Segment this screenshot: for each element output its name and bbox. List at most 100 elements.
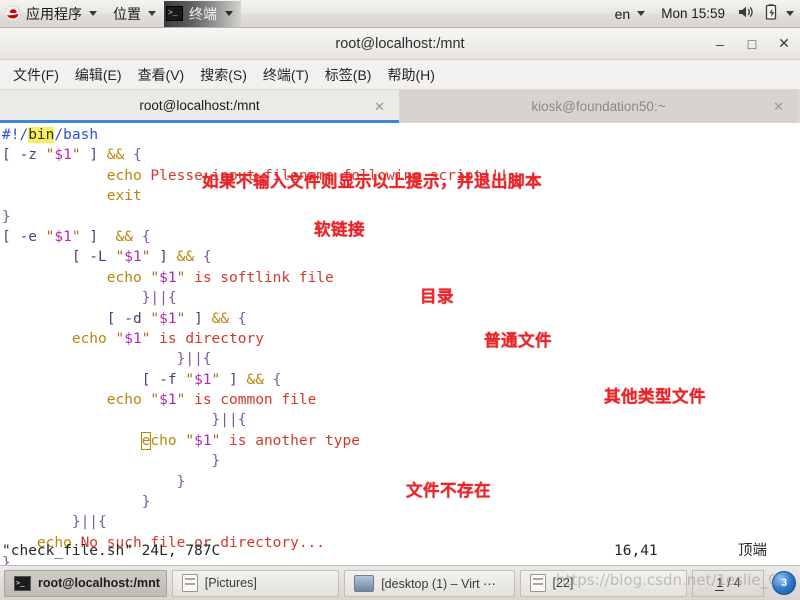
taskbar-item-terminal[interactable]: >_ root@localhost:/mnt <box>4 569 167 597</box>
code-line-9: }||{ <box>141 290 177 307</box>
status-scroll-state: 顶端 <box>738 543 767 559</box>
code-line-12: }||{ <box>176 351 212 368</box>
tab-label: root@localhost:/mnt <box>139 97 260 113</box>
menu-tabs[interactable]: 标签(B) <box>318 62 379 88</box>
chevron-down-icon <box>89 11 97 16</box>
code-line-5: } <box>2 208 11 225</box>
window-titlebar: root@localhost:/mnt – □ ✕ <box>0 28 800 60</box>
terminal-window: root@localhost:/mnt – □ ✕ 文件(F) 编辑(E) 查看… <box>0 28 800 567</box>
window-controls: – □ ✕ <box>712 28 792 59</box>
code-line-19: } <box>141 494 151 511</box>
shebang-highlight: bin <box>28 127 55 143</box>
status-file-info: "check_file.sh" 24L, 787C <box>2 543 221 559</box>
terminal-icon: >_ <box>14 575 31 591</box>
shebang-suffix: /bash <box>54 127 99 143</box>
maximize-button[interactable]: □ <box>744 36 760 52</box>
taskbar-item-label: [desktop (1) – Virt ⋯ <box>381 576 496 591</box>
tab-close-icon[interactable]: ✕ <box>374 99 385 115</box>
language-label: en <box>614 5 631 22</box>
code-line-7: [ -L "$1" ] && { <box>71 249 212 266</box>
tab-root-localhost[interactable]: root@localhost:/mnt ✕ <box>0 90 399 123</box>
clock[interactable]: Mon 15:59 <box>655 6 731 21</box>
terminal-window-button[interactable]: >_ 终端 <box>164 0 241 27</box>
code-line-18: } <box>176 473 186 490</box>
file-manager-icon <box>181 574 198 592</box>
annotation-not-exist: 文件不存在 <box>406 481 491 500</box>
annotation-other-type: 其他类型文件 <box>604 387 706 406</box>
code-line-17: } <box>211 453 221 470</box>
exit-keyword: exit <box>106 188 142 205</box>
echo-keyword: echo <box>71 330 107 347</box>
menu-help[interactable]: 帮助(H) <box>380 62 441 88</box>
tab-label: kiosk@foundation50:~ <box>531 99 666 114</box>
menu-view[interactable]: 查看(V) <box>131 62 192 88</box>
window-title: root@localhost:/mnt <box>335 35 465 52</box>
code-line-1: #!/bin/bash <box>0 125 800 145</box>
applications-menu-label: 应用程序 <box>26 5 82 22</box>
language-indicator[interactable]: en <box>607 1 654 27</box>
annotation-no-input: 如果不输入文件则显示以上提示，并退出脚本 <box>202 172 542 191</box>
code-line-6: [ -e "$1" ] && { <box>2 228 151 245</box>
menu-terminal[interactable]: 终端(T) <box>256 62 316 88</box>
code-line-11: echo "$1" is directory <box>71 330 264 347</box>
code-line-2: [ -z "$1" ] && { <box>2 147 142 164</box>
top-panel: 应用程序 位置 >_ 终端 en Mon 15:59 <box>0 0 800 28</box>
minimize-button[interactable]: – <box>712 36 728 52</box>
tab-kiosk-foundation50[interactable]: kiosk@foundation50:~ ✕ <box>399 90 798 123</box>
file-manager-icon <box>529 574 546 592</box>
close-button[interactable]: ✕ <box>776 35 792 52</box>
display-icon <box>354 574 375 592</box>
workspace-total: 4 <box>733 576 741 590</box>
echo-keyword: echo <box>106 392 142 409</box>
menu-search[interactable]: 搜索(S) <box>193 62 254 88</box>
status-cursor-position: 16,41 <box>614 543 658 559</box>
tab-close-icon[interactable]: ✕ <box>773 99 784 115</box>
echo-keyword: echo <box>106 269 142 286</box>
menu-file[interactable]: 文件(F) <box>6 62 66 88</box>
echo-keyword: echo <box>106 167 142 184</box>
taskbar-item-22[interactable]: [22] <box>519 569 687 597</box>
taskbar-item-label: [Pictures] <box>204 576 257 590</box>
applications-menu[interactable]: 应用程序 <box>0 1 105 27</box>
battery-icon[interactable] <box>761 3 782 24</box>
code-line-16: echo "$1" is another type <box>140 431 360 450</box>
taskbar-item-label: [22] <box>552 576 574 590</box>
system-menu-chevron-icon[interactable] <box>786 11 794 16</box>
msg-another: is another type <box>229 432 360 449</box>
vim-status-line: "check_file.sh" 24L, 787C 16,41 顶端 <box>0 541 800 561</box>
workspace-switcher[interactable]: 1 / 4 <box>692 569 764 597</box>
places-menu-label: 位置 <box>113 5 141 22</box>
taskbar: >_ root@localhost:/mnt [Pictures] [deskt… <box>0 565 800 600</box>
chevron-down-icon <box>148 11 156 16</box>
taskbar-item-desktop-virt[interactable]: [desktop (1) – Virt ⋯ <box>344 569 515 597</box>
msg-softlink: is softlink file <box>194 269 334 286</box>
code-line-10: [ -d "$1" ] && { <box>106 310 247 327</box>
terminal-icon: >_ <box>166 6 183 21</box>
menu-bar: 文件(F) 编辑(E) 查看(V) 搜索(S) 终端(T) 标签(B) 帮助(H… <box>0 60 800 90</box>
redhat-logo-icon <box>4 5 21 22</box>
tab-bar: root@localhost:/mnt ✕ kiosk@foundation50… <box>0 90 800 123</box>
taskbar-item-pictures[interactable]: [Pictures] <box>171 569 340 597</box>
workspace-current: 1 <box>715 575 725 591</box>
desktop-screen: 应用程序 位置 >_ 终端 en Mon 15:59 root@localhos… <box>0 0 800 600</box>
shebang-prefix: #!/ <box>2 127 29 143</box>
menu-edit[interactable]: 编辑(E) <box>68 62 129 88</box>
places-menu[interactable]: 位置 <box>105 1 164 27</box>
code-line-20: }||{ <box>71 514 107 531</box>
vim-editor-area[interactable]: #!/bin/bash [ -z "$1" ] && { echo Plesse… <box>0 123 800 567</box>
msg-directory: is directory <box>159 330 264 347</box>
terminal-window-label: 终端 <box>189 5 217 22</box>
msg-common: is common file <box>194 392 317 409</box>
speaker-icon[interactable] <box>733 4 759 23</box>
workspace-separator: / <box>727 576 731 590</box>
chevron-down-icon <box>637 11 646 16</box>
code-line-15: }||{ <box>211 412 247 429</box>
notification-badge-icon[interactable]: 3 <box>772 571 796 595</box>
annotation-softlink: 软链接 <box>314 220 365 239</box>
annotation-directory: 目录 <box>420 287 454 306</box>
annotation-common-file: 普通文件 <box>484 331 552 350</box>
taskbar-item-label: root@localhost:/mnt <box>38 576 160 590</box>
chevron-down-icon <box>225 11 233 16</box>
panel-status-area: en Mon 15:59 <box>607 1 800 27</box>
code-line-8: echo "$1" is softlink file <box>106 269 334 286</box>
